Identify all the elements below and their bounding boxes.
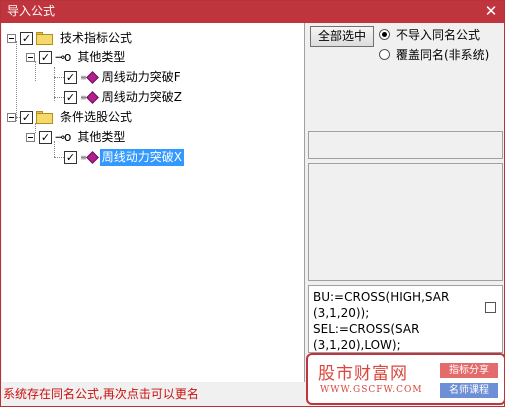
tree-checkbox[interactable]: ✓ [39,130,52,144]
radio-selected-icon[interactable] [379,29,390,40]
tree-checkbox[interactable]: ✓ [64,150,77,164]
title-bar[interactable]: 导入公式 ✕ [1,1,504,23]
formula-code-preview[interactable]: BU:=CROSS(HIGH,SAR (3,1,20)); SEL:=CROSS… [308,285,503,353]
tree-node-label-selected: 周线动力突破X [99,148,184,166]
formula-icon: ≡ [80,70,99,84]
close-icon[interactable]: ✕ [482,3,500,21]
description-box [308,163,503,281]
tree-node-label: 其他类型 [77,49,126,64]
option-label: 不导入同名公式 [396,28,481,42]
formula-icon: ≡ [80,150,99,164]
watermark-tag-indicators: 指标分享 [440,363,498,378]
radio-unselected-icon[interactable] [379,49,390,60]
option-label: 覆盖同名(非系统) [396,48,490,62]
formula-tree[interactable]: ✓ 技术指标公式 ✓ ⊸o 其他类型 ✓ ≡ 周线动力突破F ✓ ≡ 周线动力突… [2,23,305,382]
key-icon: ⊸o [55,50,71,64]
code-line: (3,1,20),LOW); [313,338,401,352]
formula-icon: ≡ [80,90,99,104]
collapse-icon[interactable] [26,52,35,62]
tree-node-label: 条件选股公式 [60,109,133,124]
status-message: 系统存在同名公式,再次点击可以更名 [3,387,199,401]
collapse-icon[interactable] [26,132,35,142]
tree-node-tech-indicators[interactable]: ✓ 技术指标公式 [7,28,134,48]
collapse-icon[interactable] [7,33,16,43]
tree-node-label: 其他类型 [77,129,126,144]
tree-node-other-types[interactable]: ✓ ⊸o 其他类型 [26,47,127,67]
tree-checkbox[interactable]: ✓ [20,31,33,45]
code-line: BU:=CROSS(HIGH,SAR [313,290,450,304]
key-icon: ⊸o [55,130,71,144]
tree-node-stock-selection[interactable]: ✓ 条件选股公式 [7,107,134,127]
option-overwrite-duplicates[interactable]: 覆盖同名(非系统) [379,46,489,63]
code-line: SEL:=CROSS(SAR [313,322,420,336]
code-checkbox[interactable] [485,302,496,313]
watermark-tag-courses: 名师课程 [440,383,498,398]
collapse-icon[interactable] [7,112,16,122]
tree-node-formula-f[interactable]: ✓ ≡ 周线动力突破F [64,67,183,87]
folder-icon [36,31,53,45]
tree-node-label: 技术指标公式 [60,30,133,45]
window-title: 导入公式 [7,4,56,18]
tree-checkbox[interactable]: ✓ [20,110,33,124]
watermark-url: WWW.GSCFW.COM [320,385,423,395]
folder-icon [36,110,53,124]
tree-node-other-types-2[interactable]: ✓ ⊸o 其他类型 [26,127,127,147]
code-line: (3,1,20)); [313,306,370,320]
tree-checkbox[interactable]: ✓ [64,90,77,104]
tree-node-formula-x[interactable]: ✓ ≡ 周线动力突破X [64,147,184,167]
watermark-site-name: 股市财富网 [318,364,408,384]
tree-checkbox[interactable]: ✓ [64,70,77,84]
select-all-button[interactable]: 全部选中 [310,26,374,47]
site-watermark: 股市财富网 WWW.GSCFW.COM 指标分享 名师课程 [306,353,505,405]
tree-checkbox[interactable]: ✓ [39,50,52,64]
tree-node-label: 周线动力突破F [101,69,181,84]
option-skip-duplicates[interactable]: 不导入同名公式 [379,26,480,43]
name-display-box [308,131,503,159]
import-formula-dialog: 导入公式 ✕ ✓ 技术指标公式 ✓ ⊸o 其他类型 ✓ ≡ 周线动力突破F ✓ … [0,0,505,407]
tree-node-label: 周线动力突破Z [101,89,182,104]
tree-node-formula-z[interactable]: ✓ ≡ 周线动力突破Z [64,87,184,107]
